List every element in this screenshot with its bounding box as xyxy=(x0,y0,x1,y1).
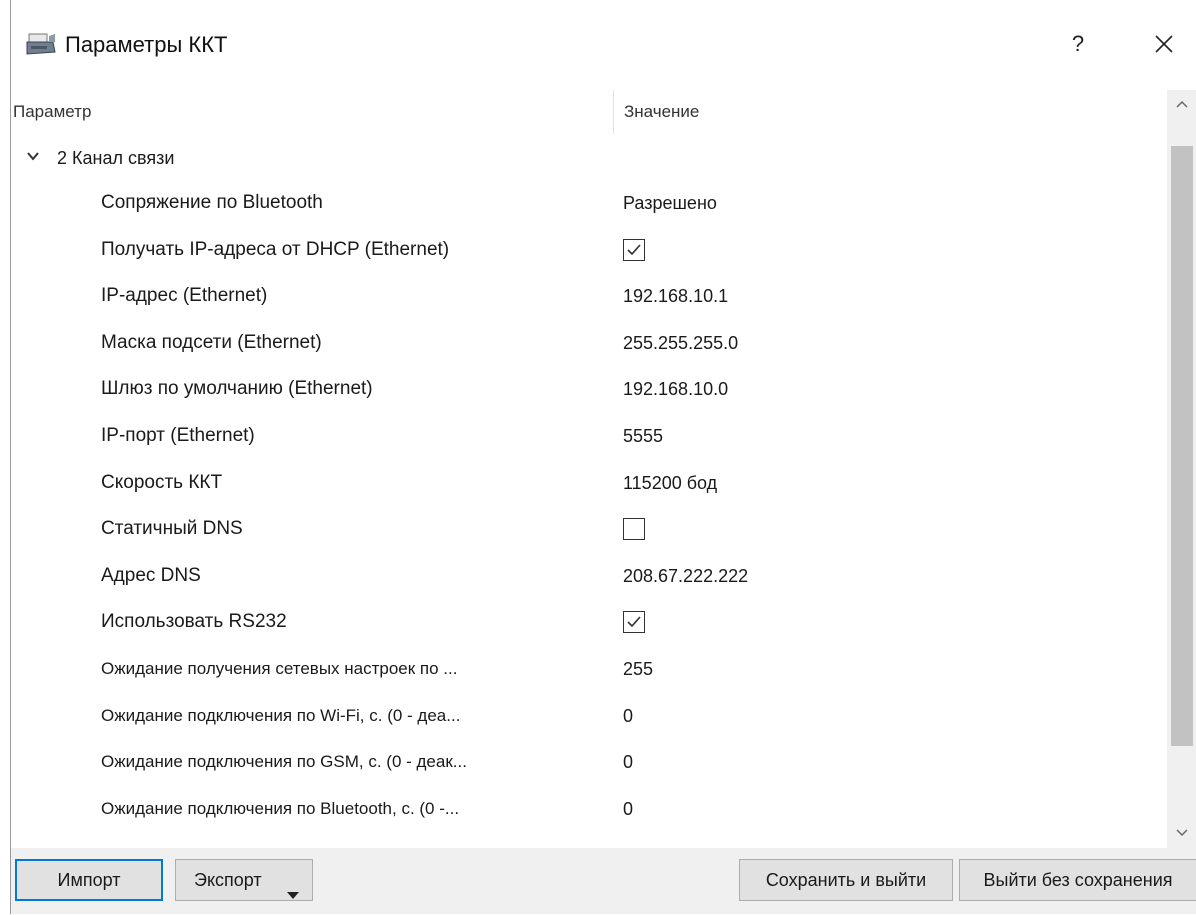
parameter-name: Ожидание получения сетевых настроек по .… xyxy=(101,659,458,678)
close-icon xyxy=(1155,35,1173,53)
parameter-name: Сопряжение по Bluetooth xyxy=(101,192,323,213)
parameter-row[interactable]: Ожидание подключения по GSM, с. (0 - деа… xyxy=(11,739,1167,785)
checkmark-icon xyxy=(627,616,641,628)
parameter-name: Использовать RS232 xyxy=(101,611,287,632)
parameter-name: Статичный DNS xyxy=(101,518,243,539)
parameter-value[interactable]: 192.168.10.1 xyxy=(623,273,728,319)
chevron-down-icon xyxy=(1176,829,1188,837)
parameter-value[interactable]: 5555 xyxy=(623,413,663,459)
parameter-value[interactable]: 0 xyxy=(623,739,633,785)
grid-header: Параметр Значение xyxy=(11,90,1167,134)
parameter-name: Маска подсети (Ethernet) xyxy=(101,332,322,353)
parameter-name: IP-порт (Ethernet) xyxy=(101,425,255,446)
parameter-row[interactable]: Ожидание подключения по Wi-Fi, с. (0 - д… xyxy=(11,693,1167,739)
parameter-name: Ожидание подключения по Wi-Fi, с. (0 - д… xyxy=(101,706,461,725)
parameter-row[interactable]: Ожидание подключения по Bluetooth, с. (0… xyxy=(11,786,1167,832)
parameter-value[interactable]: 208.67.222.222 xyxy=(623,553,748,599)
chevron-down-icon[interactable] xyxy=(25,148,41,164)
group-row-communication-channel[interactable]: 2 Канал связи xyxy=(11,140,1167,176)
parameter-name: IP-адрес (Ethernet) xyxy=(101,285,268,306)
parameter-name: Шлюз по умолчанию (Ethernet) xyxy=(101,378,373,399)
scroll-up-button[interactable] xyxy=(1167,90,1196,120)
kkt-parameters-dialog: Параметры ККТ ? Параметр Значение 2 Кана… xyxy=(10,0,1196,914)
column-header-parameter[interactable]: Параметр xyxy=(11,90,613,134)
parameter-row[interactable]: Статичный DNS xyxy=(11,506,1167,552)
parameter-row[interactable]: Ожидание получения сетевых настроек по .… xyxy=(11,646,1167,692)
help-button[interactable]: ? xyxy=(1063,26,1093,62)
parameter-checkbox[interactable] xyxy=(623,611,645,633)
parameter-row[interactable]: Маска подсети (Ethernet) 255.255.255.0 xyxy=(11,320,1167,366)
parameter-value[interactable]: 255 xyxy=(623,646,653,692)
parameter-row[interactable]: IP-порт (Ethernet) 5555 xyxy=(11,413,1167,459)
parameter-checkbox[interactable] xyxy=(623,518,645,540)
exit-without-saving-button[interactable]: Выйти без сохранения xyxy=(959,859,1196,901)
parameter-value[interactable]: 0 xyxy=(623,693,633,739)
parameter-row[interactable]: Адрес DNS 208.67.222.222 xyxy=(11,553,1167,599)
dropdown-arrow-icon xyxy=(286,875,300,915)
import-button[interactable]: Импорт xyxy=(15,859,163,901)
scroll-down-button[interactable] xyxy=(1167,818,1196,848)
vertical-scrollbar[interactable] xyxy=(1167,90,1196,848)
parameter-name: Скорость ККТ xyxy=(101,472,223,493)
parameter-row[interactable]: Скорость ККТ 115200 бод xyxy=(11,460,1167,506)
parameter-name: Адрес DNS xyxy=(101,565,201,586)
title-bar: Параметры ККТ ? xyxy=(11,0,1196,90)
parameter-row[interactable]: Шлюз по умолчанию (Ethernet) 192.168.10.0 xyxy=(11,366,1167,412)
export-button[interactable]: Экспорт xyxy=(175,859,313,901)
parameter-value[interactable]: 115200 бод xyxy=(623,460,717,506)
parameter-value[interactable]: 0 xyxy=(623,786,633,832)
scroll-thumb[interactable] xyxy=(1171,146,1193,746)
parameter-row[interactable]: Использовать RS232 xyxy=(11,599,1167,645)
column-header-value[interactable]: Значение xyxy=(613,90,1164,134)
export-button-label: Экспорт xyxy=(194,870,262,890)
close-button[interactable] xyxy=(1143,26,1183,62)
parameter-name: Ожидание подключения по GSM, с. (0 - деа… xyxy=(101,752,467,771)
parameter-checkbox[interactable] xyxy=(623,239,645,261)
parameter-value[interactable]: 255.255.255.0 xyxy=(623,320,738,366)
parameter-name: Получать IP-адреса от DHCP (Ethernet) xyxy=(101,239,450,260)
parameter-value[interactable]: 192.168.10.0 xyxy=(623,366,728,412)
group-label: 2 Канал связи xyxy=(57,148,175,168)
parameters-grid: Параметр Значение 2 Канал связи Сопряжен… xyxy=(11,90,1167,848)
parameter-value[interactable]: Разрешено xyxy=(623,180,717,226)
parameter-row[interactable]: IP-адрес (Ethernet) 192.168.10.1 xyxy=(11,273,1167,319)
checkmark-icon xyxy=(627,244,641,256)
save-and-exit-button[interactable]: Сохранить и выйти xyxy=(739,859,953,901)
parameter-name: Ожидание подключения по Bluetooth, с. (0… xyxy=(101,799,460,818)
parameter-row[interactable]: Сопряжение по Bluetooth Разрешено xyxy=(11,180,1167,226)
dialog-title: Параметры ККТ xyxy=(65,32,228,57)
printer-icon xyxy=(25,32,57,58)
chevron-up-icon xyxy=(1176,100,1188,108)
bottom-button-bar: Импорт Экспорт Сохранить и выйти Выйти б… xyxy=(11,848,1196,914)
parameter-row[interactable]: Получать IP-адреса от DHCP (Ethernet) xyxy=(11,227,1167,273)
